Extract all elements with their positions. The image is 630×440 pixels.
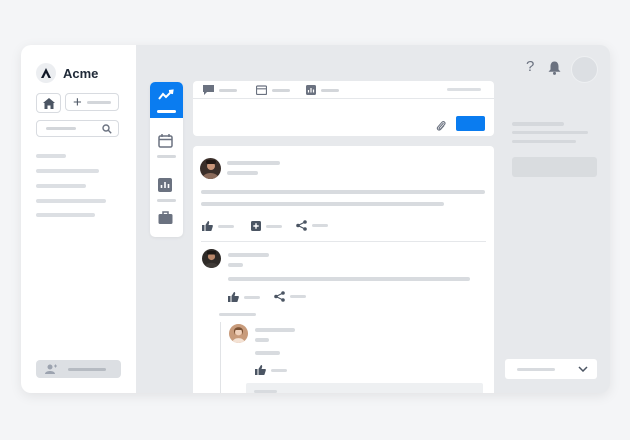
app-name: Acme bbox=[63, 65, 99, 81]
tab-activity-indicator bbox=[157, 110, 176, 113]
add-label-placeholder bbox=[266, 224, 282, 228]
account-button[interactable] bbox=[36, 360, 121, 378]
post-text-line bbox=[201, 190, 485, 194]
composer-tab-message[interactable] bbox=[203, 85, 237, 95]
chart-icon bbox=[158, 178, 172, 192]
logo-mark-icon bbox=[36, 63, 56, 83]
chart-icon bbox=[306, 85, 316, 95]
avatar[interactable] bbox=[202, 249, 221, 268]
share-label-placeholder bbox=[290, 295, 306, 298]
view-replies-link[interactable] bbox=[219, 313, 256, 316]
reply-input[interactable] bbox=[246, 383, 483, 393]
composer-tab-poll[interactable] bbox=[306, 85, 339, 95]
composer-tab-message-label bbox=[219, 88, 237, 92]
like-button[interactable] bbox=[228, 292, 260, 302]
sidebar-item-1[interactable] bbox=[36, 154, 66, 158]
avatar[interactable] bbox=[229, 324, 248, 343]
app-window: Acme + ? bbox=[21, 45, 610, 393]
composer-tab-event-label bbox=[272, 88, 290, 92]
like-label-placeholder bbox=[218, 224, 234, 228]
share-label-placeholder bbox=[312, 224, 328, 227]
plus-icon: + bbox=[73, 93, 82, 111]
reply-input-placeholder bbox=[254, 390, 277, 393]
like-button[interactable] bbox=[255, 365, 287, 375]
tab-reports-label-placeholder bbox=[157, 199, 176, 202]
thumbs-up-icon bbox=[255, 365, 266, 375]
share-icon bbox=[274, 291, 285, 302]
post-button[interactable] bbox=[456, 116, 485, 131]
composer-tabs bbox=[193, 81, 494, 99]
search-placeholder bbox=[46, 127, 76, 130]
account-label-placeholder bbox=[68, 368, 106, 371]
comment-author-name[interactable] bbox=[228, 253, 269, 257]
reply-timestamp bbox=[255, 338, 269, 342]
reply-text-line bbox=[255, 351, 280, 355]
tab-calendar[interactable] bbox=[150, 127, 183, 163]
widget-text-line bbox=[512, 131, 588, 134]
calendar-icon bbox=[256, 85, 267, 95]
activity-feed bbox=[193, 146, 494, 393]
share-icon bbox=[296, 220, 307, 231]
sidebar-item-4[interactable] bbox=[36, 199, 106, 203]
add-square-icon bbox=[251, 221, 261, 231]
help-icon[interactable]: ? bbox=[526, 58, 534, 75]
comment-timestamp bbox=[228, 263, 243, 267]
new-item-button[interactable]: + bbox=[65, 93, 119, 111]
post-timestamp bbox=[227, 171, 258, 175]
avatar[interactable] bbox=[200, 158, 221, 179]
user-icon bbox=[45, 364, 57, 374]
search-icon bbox=[102, 124, 112, 134]
sidebar-item-3[interactable] bbox=[36, 184, 86, 188]
sidebar: Acme + bbox=[21, 45, 136, 393]
share-button[interactable] bbox=[274, 291, 306, 302]
tab-reports[interactable] bbox=[150, 171, 183, 207]
comment-text-line bbox=[228, 277, 470, 281]
chat-icon bbox=[203, 85, 214, 95]
filter-dropdown[interactable] bbox=[505, 359, 597, 379]
like-button[interactable] bbox=[202, 221, 234, 231]
composer-tab-event[interactable] bbox=[256, 85, 290, 95]
thumbs-up-icon bbox=[202, 221, 213, 231]
post-text-line bbox=[201, 202, 444, 206]
sidebar-item-5[interactable] bbox=[36, 213, 95, 217]
calendar-icon bbox=[158, 134, 173, 148]
composer-tab-poll-label bbox=[321, 88, 339, 92]
post-composer bbox=[193, 81, 494, 136]
widget-action-button[interactable] bbox=[512, 157, 597, 177]
thread-line bbox=[220, 322, 221, 393]
widget-title bbox=[512, 122, 564, 126]
chevron-down-icon bbox=[578, 366, 588, 372]
activity-icon bbox=[158, 89, 174, 100]
like-label-placeholder bbox=[244, 295, 260, 299]
like-label-placeholder bbox=[271, 368, 287, 372]
tab-activity[interactable] bbox=[150, 82, 183, 118]
home-icon bbox=[42, 97, 55, 109]
share-button[interactable] bbox=[296, 220, 328, 231]
reply-author-name[interactable] bbox=[255, 328, 295, 332]
tab-calendar-label-placeholder bbox=[157, 155, 176, 158]
add-button[interactable] bbox=[251, 221, 282, 231]
profile-avatar[interactable] bbox=[571, 56, 598, 83]
bell-icon[interactable] bbox=[548, 61, 561, 75]
post-author-name[interactable] bbox=[227, 161, 280, 165]
paperclip-icon[interactable] bbox=[436, 119, 446, 132]
tool-strip bbox=[150, 82, 183, 237]
composer-tab-more-placeholder[interactable] bbox=[447, 88, 481, 91]
tab-work[interactable] bbox=[150, 204, 183, 240]
sidebar-item-2[interactable] bbox=[36, 169, 99, 173]
divider bbox=[201, 241, 486, 242]
widget-text-line bbox=[512, 140, 576, 143]
filter-dropdown-value bbox=[517, 368, 555, 371]
briefcase-icon bbox=[158, 211, 173, 224]
home-button[interactable] bbox=[36, 93, 61, 113]
thumbs-up-icon bbox=[228, 292, 239, 302]
new-item-label-placeholder bbox=[86, 100, 111, 104]
brand-logo[interactable]: Acme bbox=[36, 63, 98, 83]
search-input[interactable] bbox=[36, 120, 119, 137]
